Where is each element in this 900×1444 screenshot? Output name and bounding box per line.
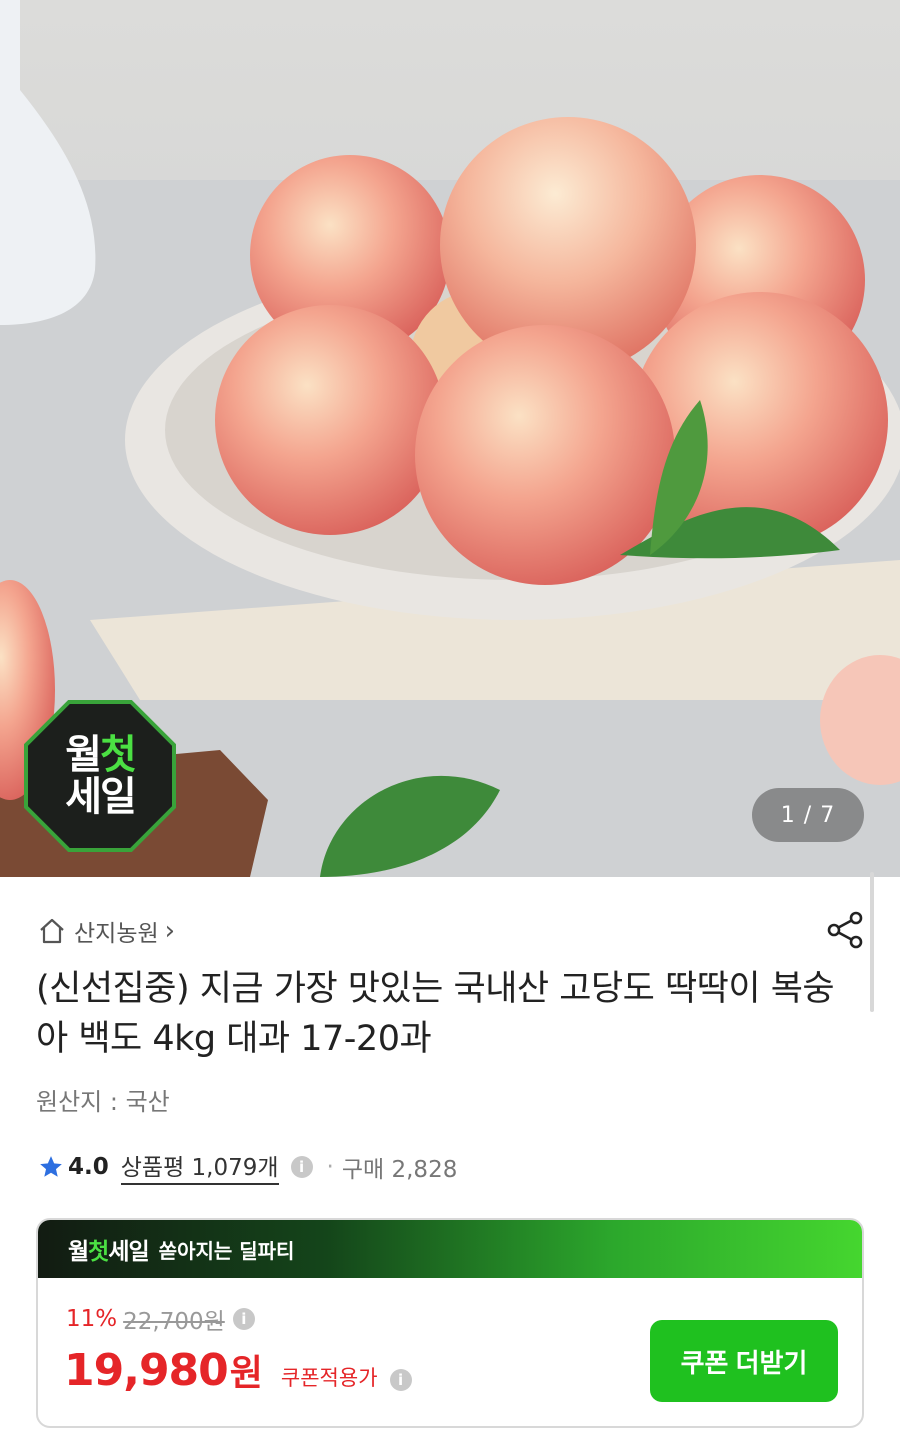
- seller-name: 산지농원: [74, 921, 159, 947]
- badge-text-3: 세일: [65, 774, 137, 820]
- sale-price: 19,980: [64, 1345, 229, 1396]
- discount-row: 11% 22,700원 i: [66, 1302, 255, 1336]
- price-unit: 원: [229, 1353, 263, 1394]
- badge-text-2: 첫: [100, 732, 137, 778]
- share-icon[interactable]: [826, 910, 866, 950]
- info-icon[interactable]: i: [232, 1308, 255, 1330]
- price-row: 19,980 원 쿠폰적용가 i: [64, 1344, 412, 1396]
- discount-rate: 11%: [66, 1306, 118, 1332]
- deal-banner-text-2: 첫: [88, 1239, 109, 1265]
- original-price: 22,700원: [123, 1309, 225, 1335]
- rating-row: 4.0 상품평 1,079개 i · 구매 2,828: [38, 1148, 457, 1185]
- deal-banner-text-3: 세일: [108, 1239, 149, 1265]
- rating-score: 4.0: [68, 1153, 109, 1180]
- product-origin: 원산지 : 국산: [36, 1088, 170, 1116]
- info-icon[interactable]: i: [290, 1155, 313, 1178]
- purchase-count: 구매 2,828: [341, 1156, 458, 1183]
- store-icon: [40, 918, 64, 944]
- separator: ·: [326, 1153, 334, 1180]
- more-coupons-button[interactable]: 쿠폰 더받기: [650, 1320, 838, 1402]
- deal-banner-text-1: 월: [68, 1239, 89, 1265]
- info-icon[interactable]: i: [389, 1369, 412, 1391]
- chevron-right-icon: ›: [164, 916, 176, 946]
- deal-banner-subtitle: 쏟아지는 딜파티: [158, 1238, 295, 1263]
- product-title: (신선집중) 지금 가장 맛있는 국내산 고당도 딱딱이 복숭아 백도 4kg …: [36, 969, 835, 1059]
- deal-box: 월첫세일 쏟아지는 딜파티 11% 22,700원 i 19,980 원 쿠폰적…: [36, 1218, 864, 1428]
- seller-link[interactable]: 산지농원 ›: [38, 914, 175, 948]
- coupon-price-label: 쿠폰적용가: [280, 1366, 378, 1390]
- badge-text-1: 월: [65, 732, 102, 778]
- star-icon: [40, 1155, 62, 1177]
- deal-banner: 월첫세일 쏟아지는 딜파티: [38, 1220, 862, 1278]
- image-counter: 1 / 7: [752, 788, 864, 842]
- scrollbar[interactable]: [870, 872, 874, 1012]
- review-count-link[interactable]: 상품평 1,079개: [120, 1148, 279, 1185]
- sale-badge: 월첫 세일: [24, 700, 176, 852]
